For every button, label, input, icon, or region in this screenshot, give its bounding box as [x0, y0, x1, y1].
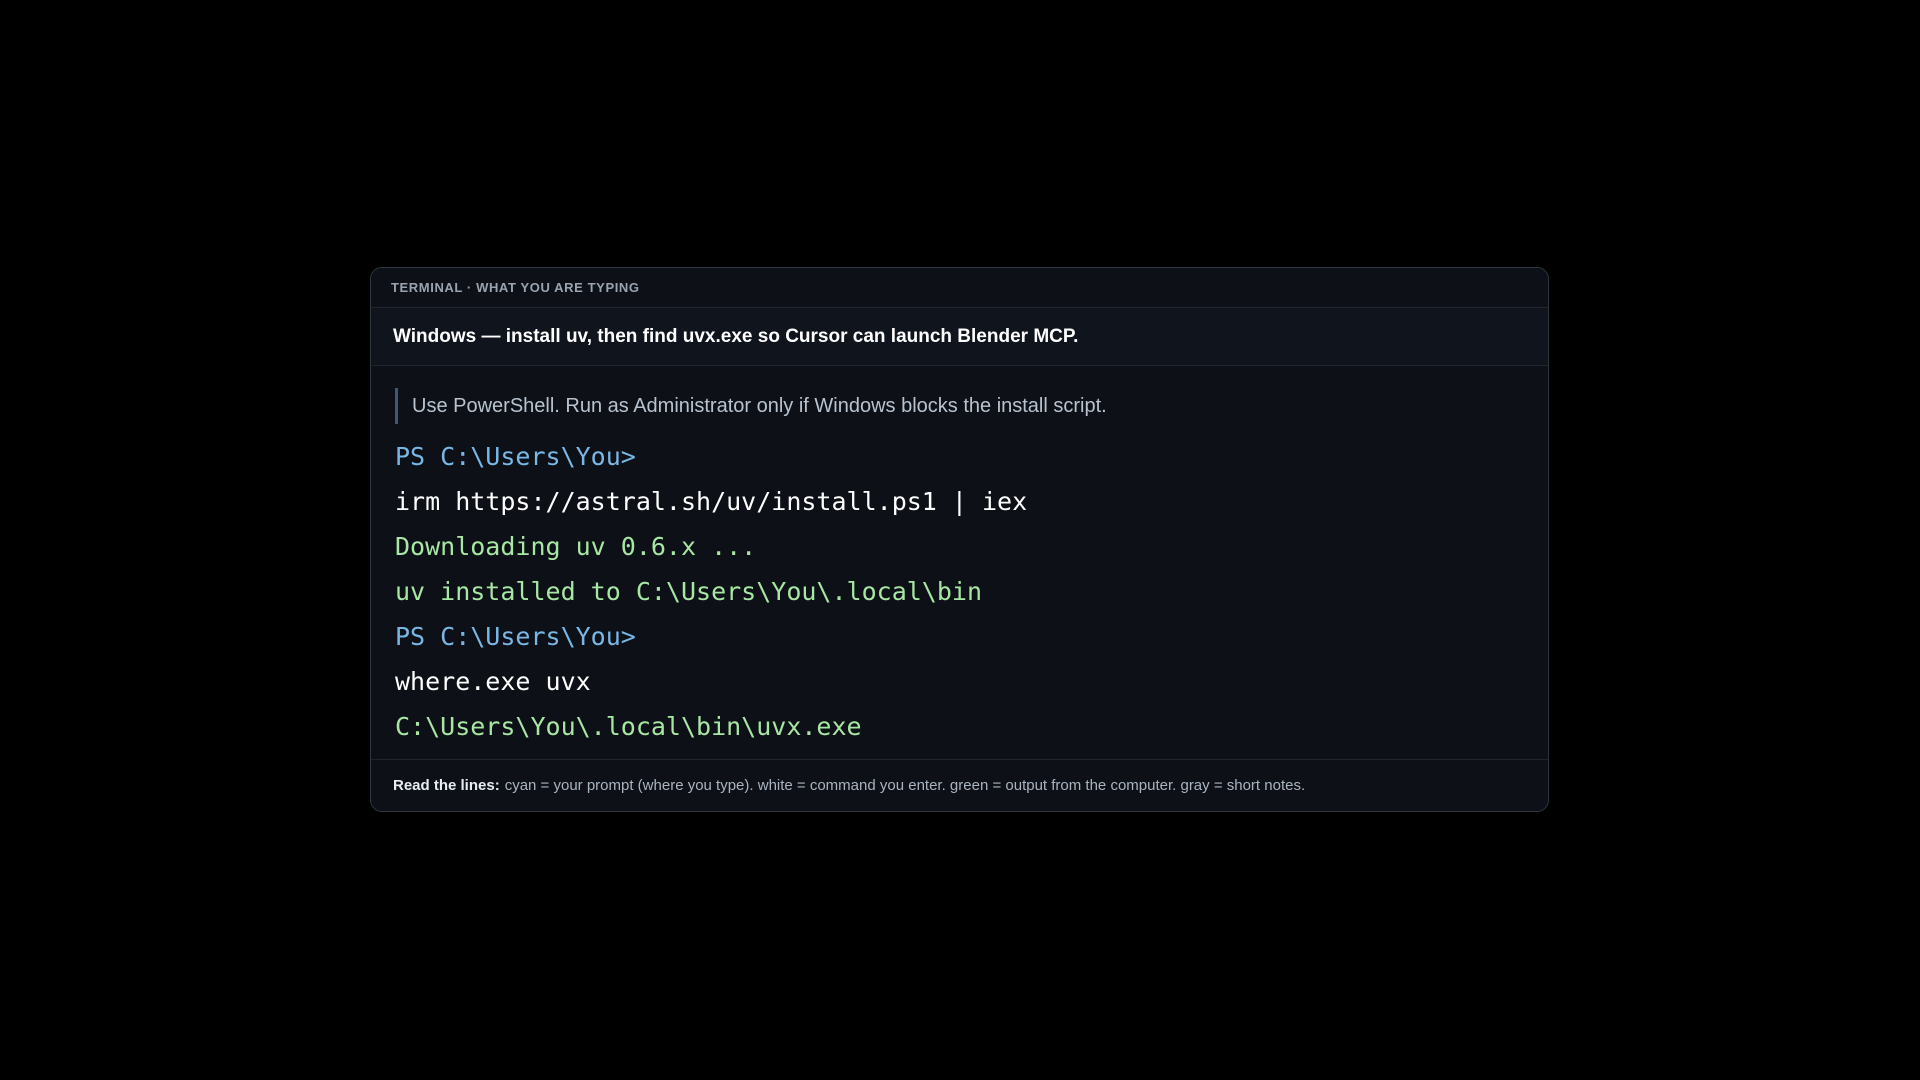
legend-text: cyan = your prompt (where you type). whi…	[504, 777, 1306, 794]
terminal-line-command[interactable]: irm https://astral.sh/uv/install.ps1 | i…	[395, 479, 1526, 524]
terminal-line-output: Downloading uv 0.6.x ...	[395, 532, 757, 561]
terminal-line-command[interactable]: where.exe uvx	[395, 659, 1526, 704]
note-callout: Use PowerShell. Run as Administrator onl…	[395, 388, 1526, 424]
legend-footer: Read the lines: cyan = your prompt (wher…	[371, 759, 1548, 811]
terminal-card: TERMINAL · WHAT YOU ARE TYPING Windows —…	[370, 267, 1549, 812]
card-title: Windows — install uv, then find uvx.exe …	[393, 325, 1079, 347]
card-title-bar: Windows — install uv, then find uvx.exe …	[371, 308, 1548, 366]
terminal-line-output: C:\Users\You\.local\bin\uvx.exe	[395, 712, 862, 741]
header-label: TERMINAL · WHAT YOU ARE TYPING	[391, 280, 640, 295]
terminal-line-prompt: PS C:\Users\You>	[395, 622, 636, 651]
card-header: TERMINAL · WHAT YOU ARE TYPING	[371, 268, 1548, 308]
terminal-line-output: uv installed to C:\Users\You\.local\bin	[395, 577, 982, 606]
terminal-body: Use PowerShell. Run as Administrator onl…	[371, 366, 1548, 757]
legend-lead: Read the lines:	[393, 777, 500, 794]
terminal-line-prompt: PS C:\Users\You>	[395, 442, 636, 471]
